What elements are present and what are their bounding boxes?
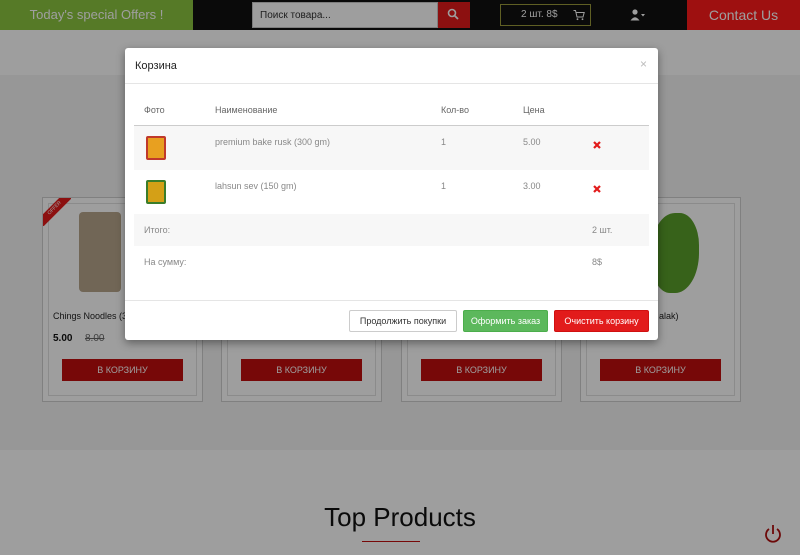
item-qty: 1: [441, 181, 447, 191]
divider: [125, 83, 658, 84]
close-button[interactable]: ×: [640, 57, 647, 71]
product-thumbnail: [146, 136, 166, 160]
column-header-photo: Фото: [144, 105, 165, 115]
total-count-label: Итого:: [144, 225, 171, 235]
total-sum-row: На сумму: 8$: [134, 246, 649, 278]
column-header-qty: Кол-во: [441, 105, 469, 115]
item-name: lahsun sev (150 gm): [215, 181, 297, 191]
delete-x-icon: [593, 141, 601, 149]
total-sum-label: На сумму:: [144, 257, 187, 267]
divider: [125, 300, 658, 301]
cart-item-row: premium bake rusk (300 gm) 1 5.00: [134, 126, 649, 170]
item-name: premium bake rusk (300 gm): [215, 137, 331, 147]
cart-item-row: lahsun sev (150 gm) 1 3.00: [134, 170, 649, 214]
modal-title: Корзина: [135, 60, 177, 72]
remove-item-button[interactable]: [591, 139, 603, 151]
item-price: 5.00: [523, 137, 541, 147]
total-count-row: Итого: 2 шт.: [134, 214, 649, 246]
cart-modal: Корзина × Фото Наименование Кол-во Цена …: [125, 48, 658, 340]
continue-shopping-button[interactable]: Продолжить покупки: [349, 310, 457, 332]
column-header-price: Цена: [523, 105, 545, 115]
product-thumbnail: [146, 180, 166, 204]
item-qty: 1: [441, 137, 447, 147]
checkout-button[interactable]: Оформить заказ: [463, 310, 548, 332]
remove-item-button[interactable]: [591, 183, 603, 195]
total-sum-value: 8$: [592, 257, 603, 267]
clear-cart-button[interactable]: Очистить корзину: [554, 310, 649, 332]
total-count-value: 2 шт.: [592, 225, 613, 235]
column-header-name: Наименование: [215, 105, 278, 115]
item-price: 3.00: [523, 181, 541, 191]
delete-x-icon: [593, 185, 601, 193]
